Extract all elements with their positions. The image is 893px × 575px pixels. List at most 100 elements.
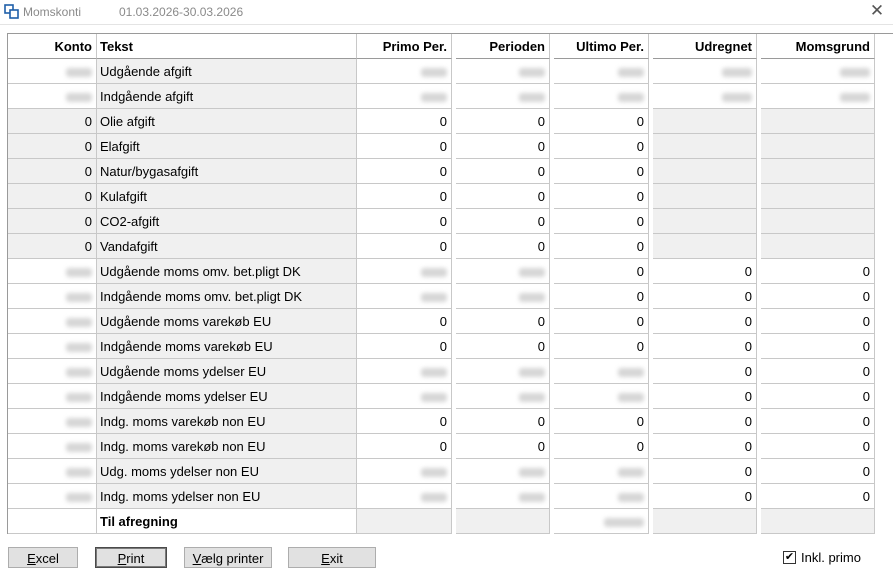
table-row[interactable]: 0 Olie afgift 0 0 0 [8,109,893,134]
cell-perioden: 0 [456,334,550,359]
header-col-primo[interactable]: Primo Per. [357,34,452,59]
redacted-value [519,493,545,503]
cell-konto [8,434,97,459]
cell-primo: 0 [357,309,452,334]
redacted-value [66,418,92,428]
cell-ultimo [554,84,649,109]
cell-konto: 0 [8,134,97,159]
table-row[interactable]: Indgående moms varekøb EU 0 0 0 0 0 [8,334,893,359]
header-col-ultimo[interactable]: Ultimo Per. [554,34,649,59]
cell-udregnet [653,59,757,84]
redacted-value [519,368,545,378]
exit-button[interactable]: Exit [288,547,376,568]
redacted-value [519,293,545,303]
incl-primo-label: Inkl. primo [801,550,861,565]
table-row[interactable]: Indgående moms omv. bet.pligt DK 0 0 0 [8,284,893,309]
header-col-momsgrund[interactable]: Momsgrund [761,34,875,59]
cell-perioden [456,284,550,309]
redacted-value [66,68,92,78]
cell-ultimo: 0 [554,259,649,284]
table-row[interactable]: Indgående moms ydelser EU 0 0 [8,384,893,409]
cell-ultimo [554,359,649,384]
footer-cell-udregnet [653,509,757,534]
cell-ultimo: 0 [554,334,649,359]
cell-udregnet: 0 [653,409,757,434]
cell-konto: 0 [8,234,97,259]
redacted-value [66,368,92,378]
table-row[interactable]: Udgående moms ydelser EU 0 0 [8,359,893,384]
cell-primo [357,459,452,484]
cell-konto [8,259,97,284]
cell-primo [357,84,452,109]
redacted-value [421,268,447,278]
cell-primo: 0 [357,409,452,434]
cell-konto [8,334,97,359]
cell-konto [8,459,97,484]
redacted-value [618,368,644,378]
cell-tekst: Indgående afgift [97,84,357,109]
incl-primo-checkbox[interactable]: ✔ [783,551,796,564]
cell-udregnet: 0 [653,434,757,459]
excel-button[interactable]: Excel [8,547,78,568]
print-button[interactable]: Print [95,547,167,568]
table-row[interactable]: 0 Kulafgift 0 0 0 [8,184,893,209]
header-col-konto[interactable]: Konto [8,34,97,59]
cell-momsgrund: 0 [761,284,875,309]
redacted-value [421,368,447,378]
header-col-perioden[interactable]: Perioden [456,34,550,59]
redacted-value [519,268,545,278]
redacted-value [66,393,92,403]
cell-udregnet: 0 [653,259,757,284]
redacted-value [66,468,92,478]
header-col-tekst[interactable]: Tekst [97,34,357,59]
redacted-value [66,293,92,303]
cell-konto: 0 [8,209,97,234]
cell-ultimo: 0 [554,234,649,259]
header-col-udregnet[interactable]: Udregnet [653,34,757,59]
cell-tekst: Vandafgift [97,234,357,259]
table-row[interactable]: 0 Elafgift 0 0 0 [8,134,893,159]
cell-perioden: 0 [456,209,550,234]
cell-konto [8,84,97,109]
table-row[interactable]: 0 CO2-afgift 0 0 0 [8,209,893,234]
cell-udregnet [653,209,757,234]
cell-ultimo [554,459,649,484]
cell-momsgrund [761,159,875,184]
table-row[interactable]: Indg. moms varekøb non EU 0 0 0 0 0 [8,409,893,434]
table-row[interactable]: Udgående afgift [8,59,893,84]
table-row[interactable]: Indg. moms varekøb non EU 0 0 0 0 0 [8,434,893,459]
cell-konto [8,359,97,384]
cell-momsgrund [761,234,875,259]
table-row[interactable]: 0 Vandafgift 0 0 0 [8,234,893,259]
redacted-value [421,468,447,478]
cell-perioden: 0 [456,234,550,259]
close-icon[interactable]: ✕ [867,1,887,21]
table-row[interactable]: Indgående afgift [8,84,893,109]
cell-perioden: 0 [456,134,550,159]
redacted-value [421,93,447,103]
cell-momsgrund [761,109,875,134]
redacted-value [66,493,92,503]
cell-primo: 0 [357,209,452,234]
redacted-value [66,93,92,103]
cell-udregnet [653,84,757,109]
cell-udregnet: 0 [653,284,757,309]
cell-udregnet [653,159,757,184]
table-row[interactable]: Udgående moms varekøb EU 0 0 0 0 0 [8,309,893,334]
cell-konto: 0 [8,109,97,134]
cell-tekst: Natur/bygasafgift [97,159,357,184]
select-printer-button[interactable]: Vælg printer [184,547,272,568]
cell-tekst: Indg. moms varekøb non EU [97,434,357,459]
table-row[interactable]: Udg. moms ydelser non EU 0 0 [8,459,893,484]
table-row[interactable]: Udgående moms omv. bet.pligt DK 0 0 0 [8,259,893,284]
cell-perioden: 0 [456,159,550,184]
cell-konto: 0 [8,159,97,184]
redacted-value [421,68,447,78]
cell-primo: 0 [357,334,452,359]
table-row[interactable]: Indg. moms ydelser non EU 0 0 [8,484,893,509]
cell-ultimo: 0 [554,184,649,209]
cell-ultimo [554,384,649,409]
table-row[interactable]: 0 Natur/bygasafgift 0 0 0 [8,159,893,184]
redacted-value [519,393,545,403]
cell-perioden: 0 [456,184,550,209]
